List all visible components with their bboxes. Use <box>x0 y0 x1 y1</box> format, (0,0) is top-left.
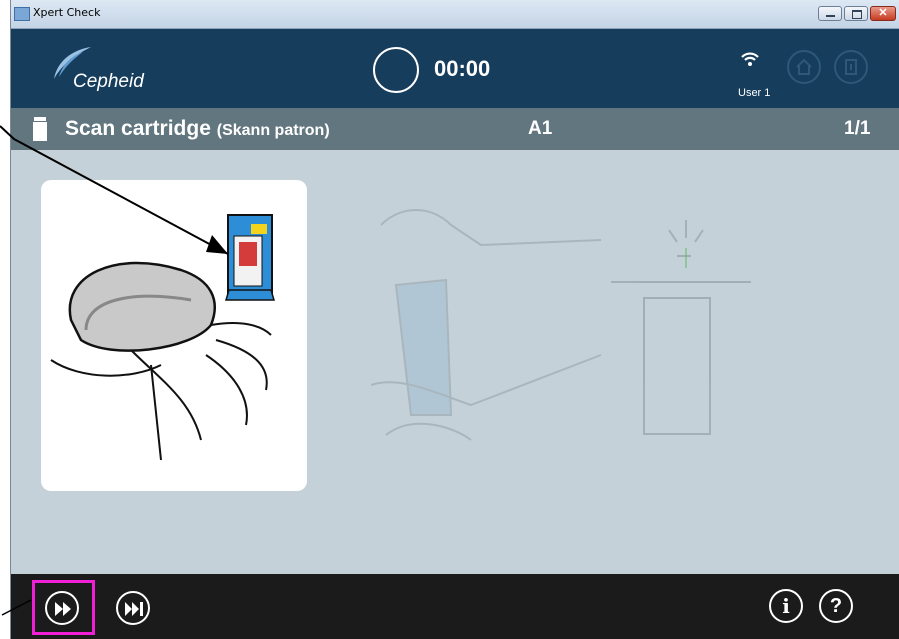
annotation-arrows <box>0 125 229 616</box>
